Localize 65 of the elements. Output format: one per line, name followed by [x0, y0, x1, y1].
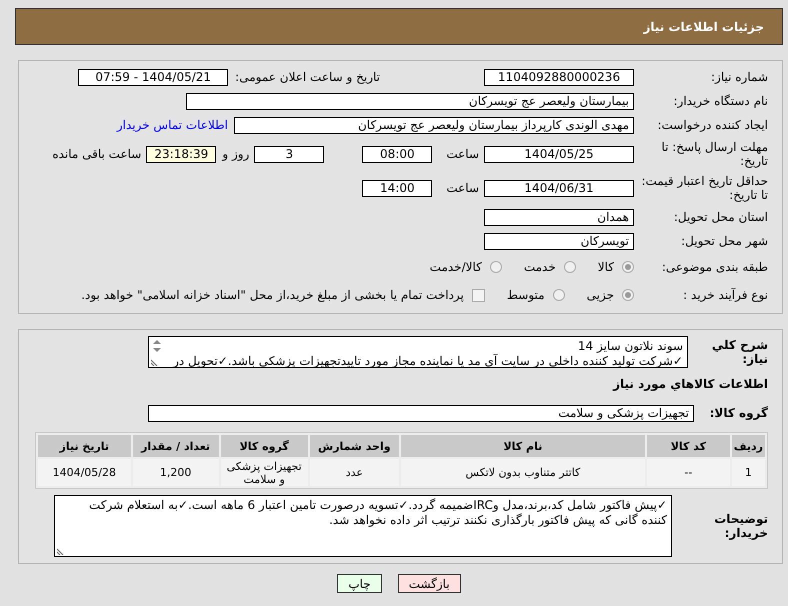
column-header: نام کالا — [400, 435, 645, 457]
radio-button[interactable] — [490, 261, 502, 273]
back-button[interactable]: بازگشت — [398, 574, 461, 593]
remaining-label: ساعت باقی مانده — [52, 147, 142, 161]
field-label: ایجاد کننده درخواست: — [656, 118, 769, 132]
need-number-field: 1104092880000236 — [484, 68, 634, 86]
table-cell: 1,200 — [132, 459, 219, 486]
table-cell: عدد — [310, 459, 399, 486]
table-cell: 1 — [732, 459, 765, 486]
time-field: 08:00 — [362, 146, 432, 162]
table-cell: 1404/05/28 — [38, 459, 131, 486]
field-label: توضیحات خریدار: — [713, 512, 769, 540]
field-label: نوع فرآیند خرید : — [682, 288, 769, 302]
field-label: گروه کالا: — [708, 406, 769, 420]
field-label: شماره نیاز: — [710, 70, 769, 84]
date-field: 1404/05/25 — [484, 146, 634, 162]
radio-button[interactable] — [622, 289, 634, 301]
buyer-notes-field[interactable]: ✓پیش فاکتور شامل کد،برند،مدل وIRCضمیمه گردد.✓تسویه درصورت تامین اعتبار 6 ماهه است.✓به استعلام شرکت کننده گانی که پیش فاکتور بارگذاری نکنند ترتیب اثر داده نخواهد شد. — [54, 495, 672, 557]
field-label: طبقه بندی موضوعی: — [660, 260, 769, 274]
days-field: 3 — [254, 146, 324, 162]
section-title: اطلاعات کالاهاي مورد نياز — [613, 377, 769, 391]
field-label: شهر محل تحویل: — [680, 234, 769, 248]
print-button[interactable]: چاپ — [337, 574, 382, 593]
radio-button[interactable] — [552, 289, 565, 301]
radio-button[interactable] — [622, 261, 634, 273]
field-label: مهلت ارسال پاسخ: تا تاریخ: — [660, 140, 769, 168]
goods-group-field: تجهیزات پزشکی و سلامت — [148, 404, 694, 422]
resize-grip-icon[interactable] — [151, 359, 158, 366]
resize-grip-icon[interactable] — [57, 548, 64, 555]
radio-label: خدمت — [524, 260, 556, 274]
column-header: تعداد / مقدار — [132, 435, 219, 457]
column-header: ردیف — [732, 435, 765, 457]
field-label: استان محل تحویل: — [672, 210, 769, 224]
field-label: نام دستگاه خریدار: — [672, 94, 769, 108]
column-header: کد کالا — [646, 435, 730, 457]
radio-label: جزیی — [586, 288, 614, 302]
days-label: روز و — [222, 147, 250, 161]
province-field: همدان — [484, 208, 634, 226]
time-label: ساعت — [446, 181, 479, 195]
city-field: تویسرکان — [484, 232, 634, 250]
buyer-contact-link[interactable]: اطلاعات تماس خریدار — [116, 118, 228, 132]
requester-field: مهدی الوندی کارپرداز بیمارستان ولیعصر عج تویسرکان — [234, 116, 634, 134]
checkbox[interactable] — [472, 288, 485, 302]
field-label: حداقل تاریخ اعتبار قیمت: تا تاریخ: — [640, 174, 769, 202]
date-field: 1404/06/31 — [484, 180, 634, 196]
table-cell: تجهیزات پزشکی و سلامت — [220, 459, 308, 486]
announce-date-field: 1404/05/21 - 07:59 — [78, 68, 228, 86]
field-label: تاریخ و ساعت اعلان عمومی: — [235, 70, 380, 84]
remaining-time-field: 23:18:39 — [146, 146, 216, 162]
radio-label: متوسط — [506, 288, 545, 302]
table-cell: -- — [646, 459, 730, 486]
radio-label: کالا/خدمت — [430, 260, 482, 274]
radio-button[interactable] — [564, 261, 576, 273]
payment-note: پرداخت تمام یا بخشی از مبلغ خرید،از محل "اسناد خزانه اسلامی" خواهد بود. — [81, 288, 464, 302]
time-label: ساعت — [446, 147, 479, 161]
column-header: تاریخ نیاز — [38, 435, 131, 457]
field-label: شرح کلي نياز: — [710, 338, 769, 366]
buyer-org-field: بیمارستان ولیعصر عج تویسرکان — [186, 92, 634, 110]
table-cell: کاتتر متناوب بدون لاتکس — [400, 459, 645, 486]
radio-label: کالا — [598, 260, 614, 274]
scroll-arrows-icon[interactable] — [152, 339, 162, 353]
page-title: جزئیات اطلاعات نیاز — [643, 20, 764, 34]
column-header: واحد شمارش — [310, 435, 399, 457]
column-header: گروه کالا — [220, 435, 308, 457]
time-field: 14:00 — [362, 180, 432, 196]
